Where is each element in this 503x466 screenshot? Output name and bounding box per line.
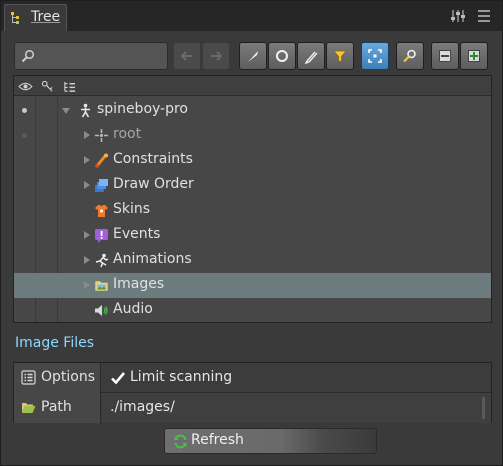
expand-icon: [468, 50, 480, 62]
tree-panel: Tree spineboy-pro root Constraints Draw …: [0, 0, 503, 466]
constraint-icon: [94, 153, 109, 168]
panel-title-bar: Tree: [1, 1, 502, 31]
collapsed-arrow-icon[interactable]: [84, 281, 90, 289]
tree-row-animations[interactable]: Animations: [14, 248, 491, 273]
options-value-cell: Limit scanning: [102, 363, 491, 393]
refresh-button[interactable]: Refresh: [164, 428, 377, 454]
tree-row-label: spineboy-pro: [97, 101, 188, 117]
visibility-dot[interactable]: [22, 108, 27, 113]
tree-row-skins[interactable]: Skins: [14, 198, 491, 223]
bone-icon: [248, 51, 258, 62]
funnel-icon: [333, 50, 347, 63]
tree-row-draw-order[interactable]: Draw Order: [14, 173, 491, 198]
tree-row-label: Events: [113, 226, 161, 242]
arrow-right-icon: [211, 51, 223, 61]
tree-row-label: root: [113, 126, 142, 142]
expand-button[interactable]: [460, 42, 488, 70]
find-button[interactable]: [396, 42, 424, 70]
tree-row-label: Draw Order: [113, 176, 194, 192]
skeleton-icon: [78, 103, 93, 118]
tree-icon: [11, 12, 23, 24]
collapsed-arrow-icon[interactable]: [84, 231, 90, 239]
back-button[interactable]: [173, 42, 201, 70]
path-label-cell: Path: [14, 393, 101, 423]
tab-tree[interactable]: Tree: [4, 4, 67, 31]
animations-icon: [94, 253, 109, 268]
collapsed-arrow-icon[interactable]: [84, 256, 90, 264]
tree-row-label: Constraints: [113, 151, 193, 167]
path-row: Path ./images/: [14, 393, 491, 423]
expand-arrow-icon[interactable]: [62, 108, 70, 114]
magnifier-key-icon: [403, 49, 416, 63]
tree-header: [14, 76, 491, 96]
focus-icon: [368, 49, 382, 63]
tab-title: Tree: [31, 9, 61, 25]
circle-filter-button[interactable]: [268, 42, 296, 70]
collapsed-arrow-icon[interactable]: [84, 156, 90, 164]
tree-toolbar: [13, 40, 492, 72]
eye-icon[interactable]: [14, 76, 36, 96]
search-icon: [21, 49, 35, 63]
sliders-icon[interactable]: [450, 8, 466, 24]
pencil-icon: [304, 51, 318, 64]
collapse-button[interactable]: [431, 42, 459, 70]
tree-row-label: Audio: [113, 301, 153, 317]
tree-row-root[interactable]: root: [14, 123, 491, 148]
bone-key-icon[interactable]: [36, 76, 58, 96]
funnel-filter-button[interactable]: [326, 42, 354, 70]
properties-table: Options Limit scanning Path ./images/: [13, 362, 492, 423]
images-folder-icon: [94, 278, 109, 293]
search-box[interactable]: [14, 42, 168, 70]
collapsed-arrow-icon[interactable]: [84, 131, 90, 139]
audio-icon: [94, 303, 109, 318]
draw-order-icon: [94, 178, 109, 193]
tree-row-spineboy-pro[interactable]: spineboy-pro: [14, 98, 491, 123]
collapsed-arrow-icon[interactable]: [84, 181, 90, 189]
options-icon: [21, 370, 36, 385]
bone-filter-button[interactable]: [239, 42, 267, 70]
limit-scanning-checkbox[interactable]: [110, 370, 126, 386]
options-label: Options: [41, 369, 96, 385]
tree-row-label: Animations: [113, 251, 192, 267]
tree-list-icon[interactable]: [58, 76, 80, 96]
tree-row-label: Images: [113, 276, 165, 292]
options-label-cell: Options: [14, 363, 101, 393]
tree-row-constraints[interactable]: Constraints: [14, 148, 491, 173]
options-row: Options Limit scanning: [14, 363, 491, 393]
menu-icon[interactable]: [476, 8, 492, 24]
tree-row-images[interactable]: Images: [14, 273, 491, 298]
tree-view[interactable]: spineboy-pro root Constraints Draw Order…: [13, 75, 492, 323]
open-folder-icon: [21, 400, 36, 415]
pencil-filter-button[interactable]: [297, 42, 325, 70]
path-label: Path: [41, 399, 72, 415]
tree-row-audio[interactable]: Audio: [14, 298, 491, 322]
visibility-dot[interactable]: [22, 133, 27, 138]
focus-button[interactable]: [361, 42, 389, 70]
bone-root-icon: [94, 128, 109, 143]
skins-icon: [94, 203, 109, 218]
circle-icon: [276, 50, 288, 62]
path-field[interactable]: ./images/: [102, 393, 491, 423]
arrow-left-icon: [180, 51, 192, 61]
events-icon: [94, 228, 109, 243]
limit-scanning-label[interactable]: Limit scanning: [130, 369, 232, 385]
refresh-label: Refresh: [191, 432, 244, 448]
path-value: ./images/: [110, 399, 175, 415]
path-field-scrollbar[interactable]: [482, 397, 485, 419]
path-value-cell: ./images/: [102, 393, 491, 423]
search-input[interactable]: [39, 46, 165, 66]
forward-button[interactable]: [202, 42, 230, 70]
tree-row-label: Skins: [113, 201, 151, 217]
tree-row-events[interactable]: Events: [14, 223, 491, 248]
section-title: Image Files: [15, 335, 95, 351]
collapse-icon: [439, 50, 451, 62]
refresh-icon: [173, 434, 188, 449]
